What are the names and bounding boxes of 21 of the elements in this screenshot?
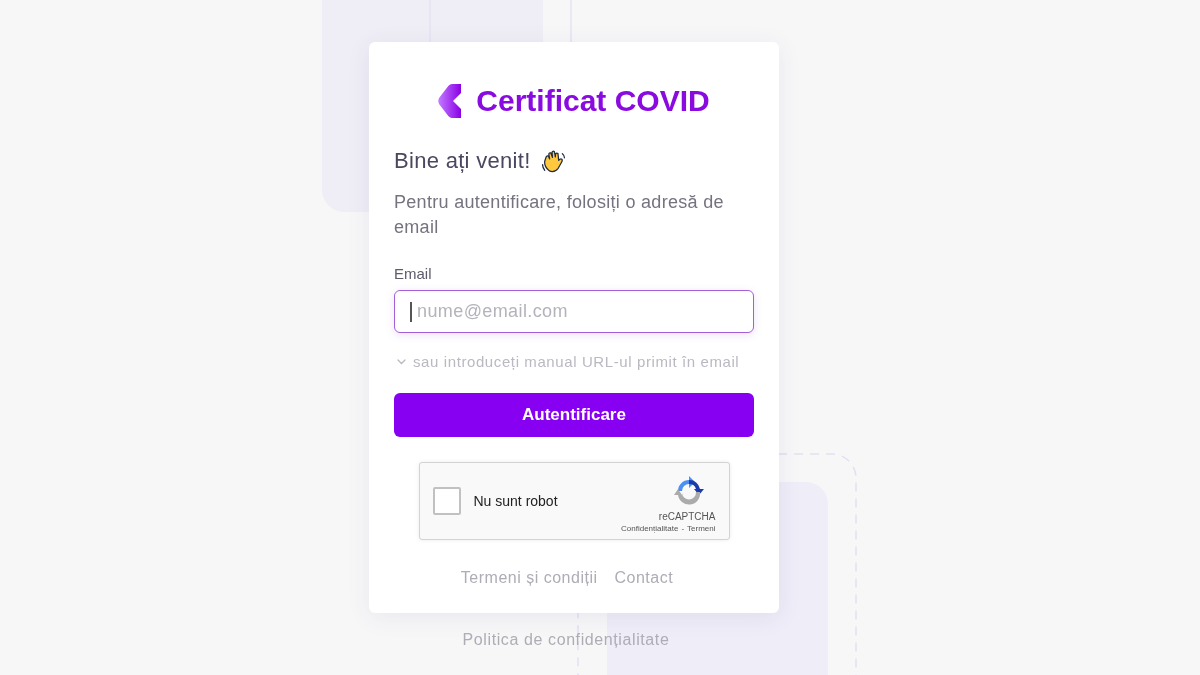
email-label: Email [394, 265, 432, 283]
privacy-link[interactable]: Confidențialitate [621, 523, 679, 534]
welcome-heading: Bine ați venit! [394, 148, 531, 174]
login-button[interactable]: Autentificare [394, 393, 754, 437]
email-input[interactable]: nume@email.com [394, 290, 754, 333]
manual-url-toggle[interactable]: sau introduceți manual URL-ul primit în email [394, 353, 740, 371]
privacy-policy-link[interactable]: Politica de confidențialitate [462, 630, 670, 650]
text-cursor [410, 302, 412, 322]
waving-hand-icon [540, 148, 566, 174]
recaptcha-brand: reCAPTCHA [658, 511, 716, 523]
footer-link[interactable]: Contact [614, 568, 674, 588]
captcha-label: Nu sunt robot [473, 491, 559, 511]
intro-text: Pentru autentificare, folosiți o adresă de email [394, 191, 725, 239]
chevron-down-icon [397, 359, 406, 365]
chevron-logo-icon [438, 84, 463, 118]
terms-link[interactable]: Termeni [687, 523, 716, 534]
recaptcha-logo-icon [671, 476, 706, 508]
link-separator: - [681, 523, 685, 534]
app-title: Certificat COVID [476, 84, 710, 118]
footer-link[interactable]: Termeni și condiții [460, 568, 598, 588]
captcha-checkbox[interactable] [432, 487, 461, 515]
